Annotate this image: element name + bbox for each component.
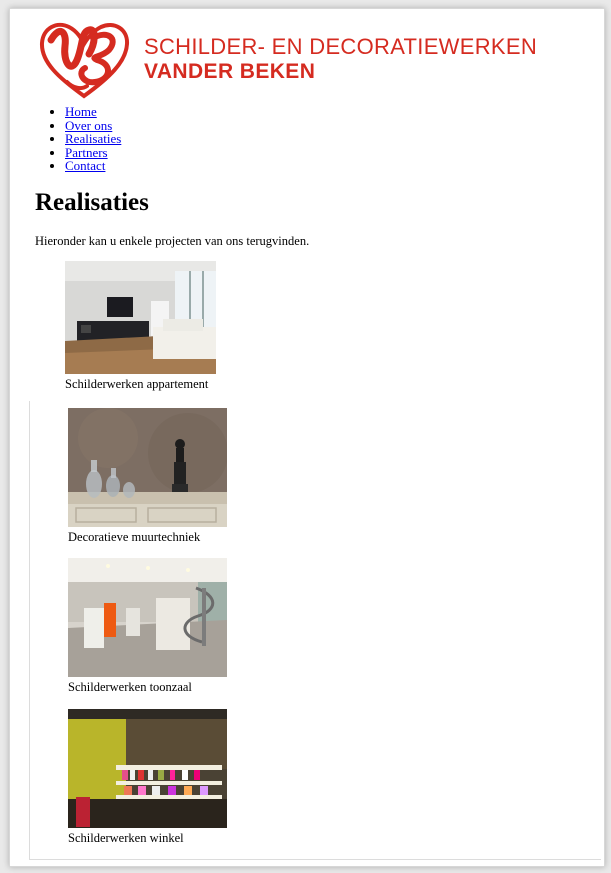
intro-text: Hieronder kan u enkele projecten van ons…	[35, 234, 310, 248]
project-item: Schilderwerken appartement	[65, 261, 216, 392]
showroom-photo[interactable]	[68, 558, 227, 677]
project-item: Decoratieve muurtechniek	[68, 408, 227, 545]
nav-item-over-ons: Over ons	[65, 118, 121, 133]
living-room-photo[interactable]	[65, 261, 216, 374]
project-item: Schilderwerken winkel	[68, 709, 227, 846]
nav-item-partners: Partners	[65, 145, 121, 160]
page: SCHILDER- EN DECORATIEWERKEN VANDER BEKE…	[9, 8, 605, 867]
shop-photo[interactable]	[68, 709, 227, 828]
company-logo[interactable]	[37, 16, 132, 101]
nav-link-contact[interactable]: Contact	[65, 158, 105, 173]
project-item: Schilderwerken toonzaal	[68, 558, 227, 695]
nav-item-contact: Contact	[65, 159, 121, 173]
divider	[29, 401, 30, 860]
project-caption: Schilderwerken appartement	[65, 377, 209, 391]
project-caption: Schilderwerken toonzaal	[68, 680, 192, 694]
divider	[29, 859, 601, 860]
project-caption: Schilderwerken winkel	[68, 831, 184, 845]
main-nav: Home Over ons Realisaties Partners Conta…	[38, 105, 121, 173]
decorative-wall-photo[interactable]	[68, 408, 227, 527]
nav-item-home: Home	[65, 105, 121, 119]
brand-name-line1: SCHILDER- EN DECORATIEWERKEN	[144, 34, 538, 59]
project-caption: Decoratieve muurtechniek	[68, 530, 201, 544]
brand-name-line2: VANDER BEKEN	[144, 60, 316, 83]
nav-item-realisaties: Realisaties	[65, 132, 121, 146]
page-title: Realisaties	[35, 189, 149, 216]
site-header: SCHILDER- EN DECORATIEWERKEN VANDER BEKE…	[37, 16, 557, 101]
